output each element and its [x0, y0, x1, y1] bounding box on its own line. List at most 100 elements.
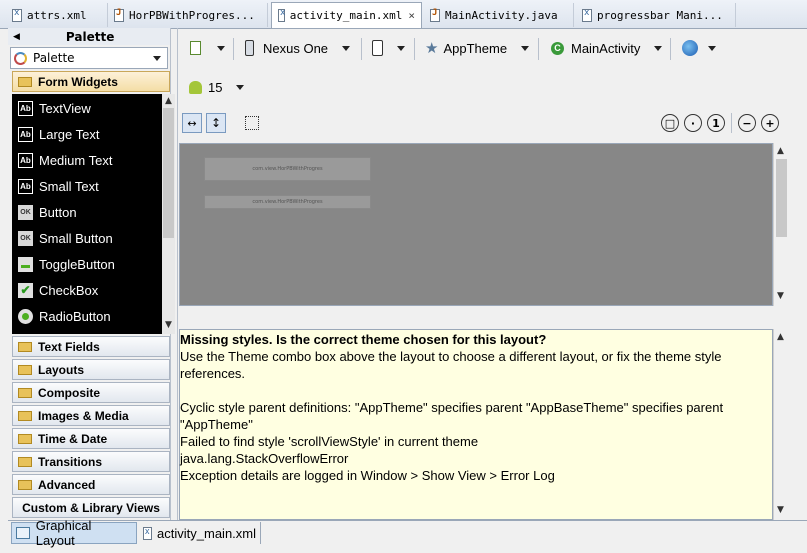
preview-text: com.view.HorPBWithProgres [252, 199, 323, 205]
progress-view-preview[interactable]: com.view.HorPBWithProgres [204, 195, 371, 209]
error-panel: Missing styles. Is the correct theme cho… [179, 329, 773, 520]
orientation-icon [372, 40, 383, 56]
category-label: Advanced [38, 477, 96, 492]
widget-small-text[interactable]: Ab Small Text [12, 173, 162, 199]
fit-height-toggle[interactable]: ↕ [206, 113, 226, 133]
category-layouts[interactable]: Layouts [12, 359, 170, 380]
tab-label: HorPBWithProgres... [129, 8, 255, 22]
chevron-down-icon [708, 45, 716, 51]
category-time-date[interactable]: Time & Date [12, 428, 170, 449]
tab-activity-main-xml-source[interactable]: activity_main.xml [139, 522, 261, 544]
category-composite[interactable]: Composite [12, 382, 170, 403]
category-custom-library-views[interactable]: Custom & Library Views [12, 497, 170, 518]
error-line: Cyclic style parent definitions: "AppThe… [180, 400, 724, 415]
zoom-100-icon[interactable]: 1 [707, 114, 725, 132]
zoom-actual-icon[interactable]: · [684, 114, 702, 132]
preview-text: com.view.HorPBWithProgres [252, 166, 323, 172]
layout-canvas[interactable]: com.view.HorPBWithProgres com.view.HorPB… [179, 143, 773, 306]
activity-select[interactable]: C MainActivity [551, 36, 663, 60]
tab-progressbar-manifest[interactable]: progressbar Mani... [576, 3, 736, 27]
tab-mainactivity-java[interactable]: MainActivity.java [424, 3, 574, 27]
tab-horpbwithprogress[interactable]: HorPBWithProgres... [108, 3, 268, 27]
tab-graphical-layout[interactable]: Graphical Layout [11, 518, 137, 548]
back-arrow-icon[interactable]: ◀ [13, 32, 20, 42]
widget-list-scrollbar[interactable]: ▲ ▼ [162, 94, 175, 334]
widget-label: TextView [39, 100, 91, 116]
chevron-down-icon [217, 45, 225, 51]
category-text-fields[interactable]: Text Fields [12, 336, 170, 357]
widget-list: Ab TextView Ab Large Text Ab Medium Text… [12, 94, 162, 334]
orientation-select[interactable] [372, 36, 405, 60]
category-transitions[interactable]: Transitions [12, 451, 170, 472]
activity-label: MainActivity [571, 40, 641, 56]
toolbar-separator [731, 113, 732, 133]
folder-open-icon [18, 76, 32, 87]
widget-checkbox[interactable]: ✔ CheckBox [12, 277, 162, 303]
panel-divider [177, 28, 178, 520]
class-icon: C [551, 41, 564, 55]
folder-icon [18, 410, 32, 421]
widget-toggle-button[interactable]: ToggleButton [12, 251, 162, 277]
canvas-vertical-scrollbar[interactable]: ▲ ▼ [773, 143, 790, 306]
progress-view-preview[interactable]: com.view.HorPBWithProgres [204, 157, 371, 181]
widget-label: Small Button [39, 230, 113, 246]
chevron-down-icon [397, 45, 405, 51]
widget-large-text[interactable]: Ab Large Text [12, 121, 162, 147]
locale-select[interactable] [682, 36, 716, 60]
palette-title: Palette [65, 29, 115, 44]
category-label: Transitions [38, 454, 103, 469]
textview-icon: Ab [18, 100, 33, 116]
button-icon: OK [18, 204, 33, 220]
category-advanced[interactable]: Advanced [12, 474, 170, 495]
toggle-button-icon [18, 256, 33, 272]
scroll-thumb[interactable] [163, 108, 174, 238]
expand-horizontal-icon: ↔ [187, 116, 197, 130]
category-label: Composite [38, 385, 101, 400]
error-title: Missing styles. Is the correct theme cho… [180, 332, 547, 347]
device-select[interactable]: Nexus One [245, 36, 351, 60]
show-margins-icon[interactable] [245, 116, 259, 130]
small-text-icon: Ab [18, 178, 33, 194]
widget-label: RadioButton [39, 308, 111, 324]
zoom-to-fit-icon[interactable]: □ [661, 114, 679, 132]
api-level-select[interactable]: 15 [189, 75, 245, 99]
toolbar-separator [361, 38, 362, 60]
widget-button[interactable]: OK Button [12, 199, 162, 225]
theme-select[interactable]: ★ AppTheme [425, 36, 530, 60]
scroll-down-icon[interactable]: ▼ [777, 505, 784, 515]
scroll-down-icon[interactable]: ▼ [165, 320, 172, 330]
zoom-out-icon[interactable]: − [738, 114, 756, 132]
scroll-up-icon[interactable]: ▲ [165, 96, 172, 106]
category-form-widgets[interactable]: Form Widgets [12, 71, 170, 92]
palette-mode-select[interactable]: Palette [10, 47, 168, 69]
widget-label: Small Text [39, 178, 99, 194]
chevron-down-icon [654, 45, 663, 51]
toolbar-separator [670, 38, 671, 60]
widget-textview[interactable]: Ab TextView [12, 95, 162, 121]
category-images-media[interactable]: Images & Media [12, 405, 170, 426]
globe-icon [682, 40, 698, 56]
scroll-thumb[interactable] [776, 159, 787, 237]
close-icon[interactable]: × [408, 9, 415, 22]
widget-radio-button[interactable]: RadioButton [12, 303, 162, 329]
tab-attrs-xml[interactable]: attrs.xml [6, 3, 108, 27]
graphical-layout-icon [16, 527, 30, 539]
scroll-up-icon[interactable]: ▲ [777, 332, 784, 342]
tab-label: attrs.xml [27, 8, 87, 22]
chevron-down-icon [521, 45, 530, 51]
xml-file-icon [143, 526, 153, 540]
tab-activity-main-xml[interactable]: activity_main.xml × [271, 2, 422, 28]
widget-label: CheckBox [39, 282, 99, 298]
zoom-in-icon[interactable]: + [761, 114, 779, 132]
fit-width-toggle[interactable]: ↔ [182, 113, 202, 133]
widget-medium-text[interactable]: Ab Medium Text [12, 147, 162, 173]
expand-vertical-icon: ↕ [210, 116, 222, 130]
widget-small-button[interactable]: OK Small Button [12, 225, 162, 251]
error-panel-scrollbar[interactable]: ▲ ▼ [773, 329, 790, 520]
layout-file-button[interactable] [190, 36, 225, 60]
radio-button-icon [18, 308, 33, 324]
canvas-horizontal-scrollbar[interactable] [179, 306, 773, 322]
folder-icon [18, 479, 32, 490]
scroll-up-icon[interactable]: ▲ [777, 146, 784, 156]
scroll-down-icon[interactable]: ▼ [777, 291, 784, 301]
